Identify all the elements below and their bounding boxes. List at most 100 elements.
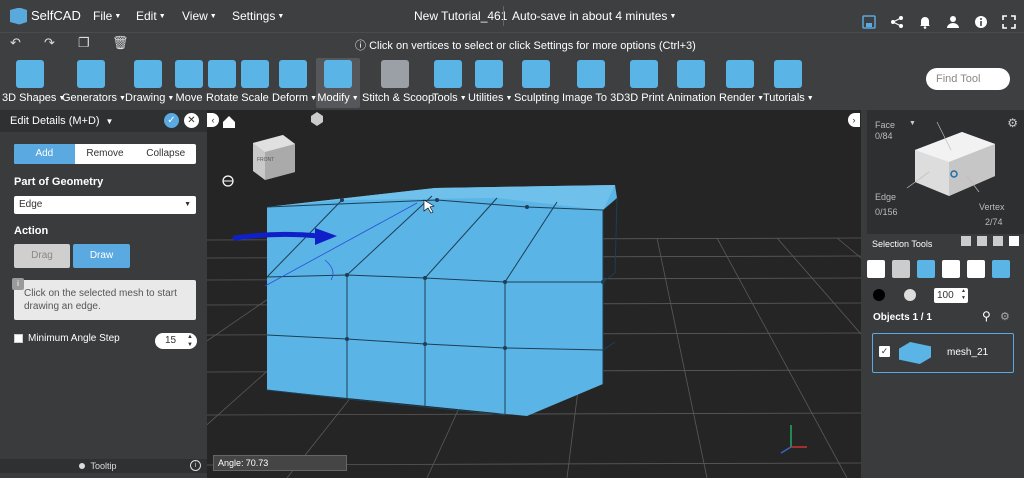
tutorials-icon [774,60,802,88]
tool-deform[interactable]: Deform ▼ [272,60,317,104]
settings-gear-icon[interactable]: ⚙ [1007,116,1018,130]
camera-view-icon[interactable] [311,112,323,126]
select-plane-icon[interactable] [992,260,1010,278]
tool-image-to-3d[interactable]: Image To 3D [562,60,624,104]
tool-drawing[interactable]: Drawing ▼ [125,60,174,104]
menu-edit[interactable]: Edit ▼ [136,0,166,32]
save-icon[interactable] [862,9,876,29]
vertex-count: 2/74 [985,217,1003,227]
selfcad-logo[interactable]: SelfCAD [10,0,81,32]
info-icon[interactable] [974,9,988,28]
object-visible-checkbox[interactable]: ✓ [879,346,890,357]
tool-sculpting[interactable]: Sculpting [514,60,559,104]
deform-icon [279,60,307,88]
objects-gear-icon[interactable]: ⚙ [1000,310,1010,323]
render-icon [726,60,754,88]
fullscreen-icon[interactable] [1002,9,1016,29]
pattern-sphere-icon[interactable] [904,289,916,301]
tool-tools[interactable]: Tools ▼ [432,60,467,104]
globe-icon[interactable] [222,175,234,187]
notification-bell-icon[interactable] [918,9,932,29]
drag-button[interactable]: Drag [14,244,70,268]
help-icon[interactable]: i [190,460,201,471]
animation-icon [677,60,705,88]
redo-icon[interactable]: ↷ [44,36,58,50]
tool-stitch-scoop[interactable]: Stitch & Scoop [362,60,434,104]
mode-segment: Add Remove Collapse [14,144,196,164]
select-mode-d-icon[interactable] [1009,236,1019,246]
tool-tutorials[interactable]: Tutorials ▼ [763,60,814,104]
move-icon [175,60,203,88]
menu-view[interactable]: View ▼ [182,0,217,32]
tool-generators[interactable]: Generators ▼ [62,60,126,104]
tool-3d-shapes[interactable]: 3D Shapes ▼ [2,60,65,104]
min-angle-checkbox[interactable] [14,334,23,343]
select-grid-icon[interactable] [892,260,910,278]
autosave-dropdown[interactable]: Auto-save in about 4 minutes ▼ [503,6,676,26]
user-icon[interactable] [946,9,960,28]
mesh-box[interactable] [264,185,618,416]
home-icon[interactable] [223,116,235,128]
remove-button[interactable]: Remove [75,144,136,164]
tooltip-dot-icon [79,463,85,469]
document-title[interactable]: New Tutorial_461 [414,0,507,32]
3d-viewport[interactable]: FRONT Angle: 70.73 [207,110,861,478]
copy-icon[interactable]: ❐ [78,36,92,50]
tool-rotate[interactable]: Rotate [206,60,238,104]
tool-utilities[interactable]: Utilities ▼ [468,60,512,104]
tooltip-footer-label: Tooltip [90,461,117,471]
axis-gizmo [780,425,807,454]
min-angle-label: Minimum Angle Step [28,333,120,344]
select-mode-c-icon[interactable] [993,236,1003,246]
brand-name: SelfCAD [31,8,81,23]
sculpting-icon [522,60,550,88]
tooltip-footer[interactable]: Tooltip i [0,459,207,473]
top-bar: SelfCAD File ▼ Edit ▼ View ▼ Settings ▼ New … [0,0,1024,32]
select-faces-icon[interactable] [917,260,935,278]
black-dot-icon[interactable] [873,289,885,301]
tool-modify[interactable]: Modify ▼ [316,58,360,108]
tool-move[interactable]: Move [175,60,203,104]
tools-icon [434,60,462,88]
confirm-icon[interactable]: ✓ [164,113,179,128]
search-icon[interactable]: ⚲ [982,309,991,323]
menu-file[interactable]: File ▼ [93,0,121,32]
face-dropdown-icon[interactable]: ▼ [909,120,916,127]
draw-button[interactable]: Draw [73,244,130,268]
find-tool-input[interactable]: Find Tool [926,68,1010,90]
tool-scale[interactable]: Scale [241,60,269,104]
selection-tool-row [867,260,1010,278]
select-mode-b-icon[interactable] [977,236,987,246]
percent-stepper[interactable]: 100 ▲ ▼ [934,288,968,303]
edge-label: Edge [875,192,897,202]
close-icon[interactable]: ✕ [184,113,199,128]
object-item[interactable]: ✓ mesh_21 [872,333,1014,373]
edge-count: 0/156 [875,207,898,217]
right-panel: Face ▼ 0/84 Edge 0/156 Vertex 2/74 ⚙ Sel… [861,110,1024,478]
min-angle-stepper[interactable]: 15 ▲ ▼ [155,333,197,349]
face-label: Face [875,120,896,130]
delete-icon[interactable]: 🗑 [112,36,129,50]
select-mode-a-icon[interactable] [961,236,971,246]
collapse-button[interactable]: Collapse [135,144,196,164]
edit-toolbar: ↶ ↷ ❐ 🗑 ⓘ Click on vertices to select or… [0,32,1024,56]
view-cube[interactable]: FRONT [253,135,295,180]
objects-header: Objects 1 / 1 [873,312,932,323]
part-of-geometry-select[interactable]: Edge ▼ [14,196,196,214]
select-box-icon[interactable] [967,260,985,278]
tool-3d-print[interactable]: 3D Print [624,60,664,104]
select-sphere-icon[interactable] [942,260,960,278]
add-button[interactable]: Add [14,144,75,164]
select-cube-icon[interactable] [867,260,885,278]
share-icon[interactable] [890,9,904,28]
collapse-caret-icon[interactable]: ▼ [106,117,114,126]
tool-render[interactable]: Render ▼ [719,60,764,104]
tip-text: Click on the selected mesh to start draw… [24,288,177,312]
selection-mode-icons [961,236,1019,246]
menu-settings[interactable]: Settings ▼ [232,0,284,32]
vertex-label: Vertex [979,202,1005,212]
collapse-right-icon[interactable]: › [848,113,860,127]
undo-icon[interactable]: ↶ [10,36,24,50]
mesh-thumbnail [899,342,931,364]
tool-animation[interactable]: Animation [667,60,716,104]
